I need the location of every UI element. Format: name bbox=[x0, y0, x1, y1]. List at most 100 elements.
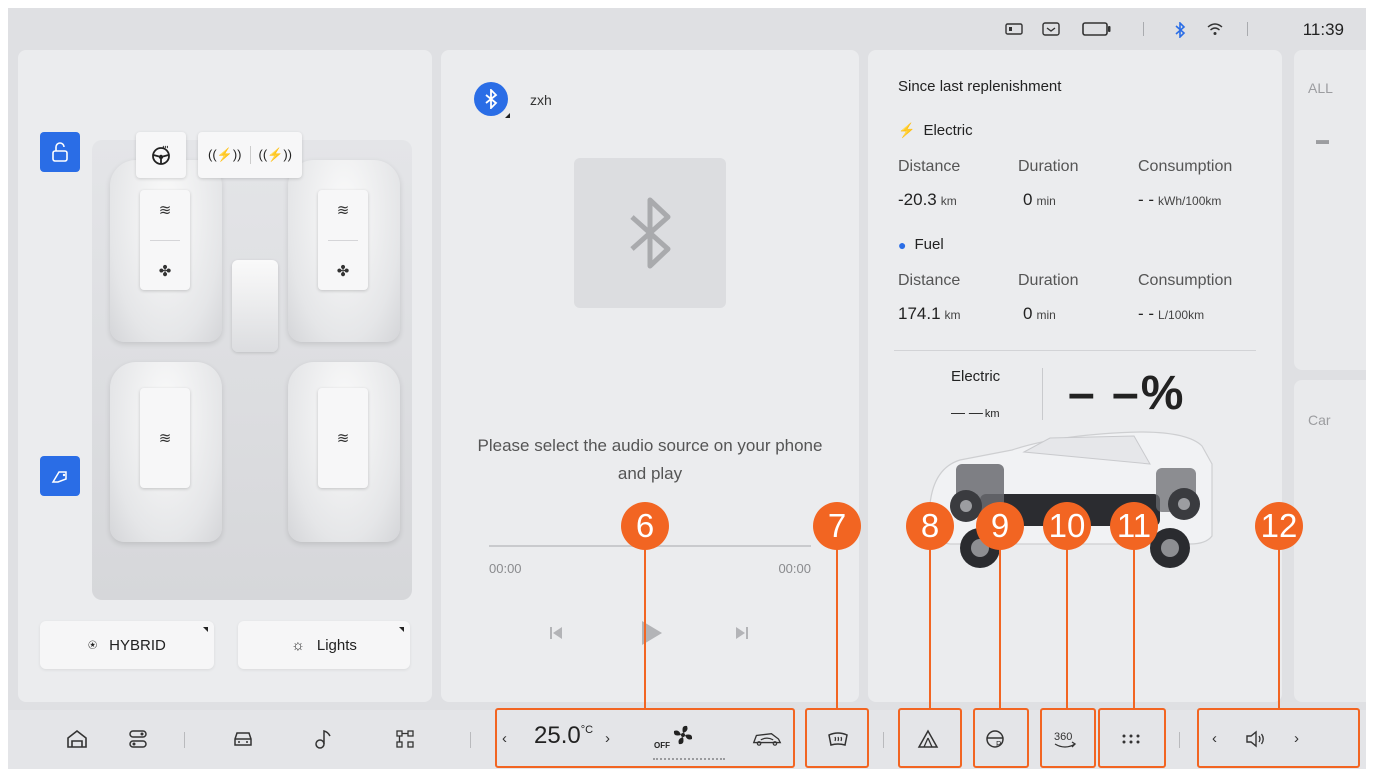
side-card-bottom[interactable]: Car bbox=[1294, 380, 1366, 702]
steering-wheel-heat-icon bbox=[152, 145, 170, 165]
device-name: zxh bbox=[530, 92, 552, 108]
message-icon[interactable] bbox=[1042, 22, 1060, 39]
time-elapsed: 00:00 bbox=[489, 561, 522, 576]
bluetooth-icon bbox=[485, 89, 498, 109]
annotation-box-12 bbox=[1197, 708, 1360, 768]
side-card-top[interactable]: ALL ▬ bbox=[1294, 50, 1366, 370]
annotation-marker-12: 12 bbox=[1255, 502, 1303, 550]
annotation-marker-9: 9 bbox=[976, 502, 1024, 550]
seat-control-pad: ≋ bbox=[318, 388, 368, 488]
electric-range: — — km bbox=[951, 404, 1000, 420]
steering-wheel-heat-button[interactable] bbox=[136, 132, 186, 178]
dropdown-corner-icon bbox=[203, 627, 208, 632]
battery-icon bbox=[1082, 22, 1112, 39]
car-chassis-illustration bbox=[929, 431, 1213, 568]
chip-divider bbox=[249, 146, 251, 164]
seat-heat-icon[interactable]: ≋ bbox=[159, 201, 172, 219]
dock-divider bbox=[1179, 732, 1180, 748]
dock-divider bbox=[883, 732, 884, 748]
dock-divider bbox=[184, 732, 185, 748]
play-icon[interactable] bbox=[637, 619, 665, 652]
hybrid-mode-button[interactable]: ⍟ HYBRID bbox=[40, 621, 214, 669]
fuel-distance-label: Distance bbox=[898, 272, 961, 289]
annotation-line-12 bbox=[1278, 546, 1280, 708]
seat-rear-right[interactable]: ≋ bbox=[288, 362, 400, 542]
seat-control-panel: ≋ ✤ ≋ ✤ ≋ ≋ ((⚡)) ((⚡)) ⍟ HYBRID ☼ Light… bbox=[18, 50, 432, 702]
music-icon[interactable] bbox=[308, 724, 338, 754]
audio-source-hint: Please select the audio source on your p… bbox=[477, 436, 823, 483]
bluetooth-icon bbox=[630, 197, 671, 269]
rear-right-massage-icon[interactable]: ((⚡)) bbox=[259, 147, 293, 163]
home-icon[interactable] bbox=[62, 724, 92, 754]
annotation-box-8 bbox=[898, 708, 962, 768]
media-panel: zxh Please select the audio source on yo… bbox=[441, 50, 859, 702]
side-card-label: ALL bbox=[1308, 80, 1333, 96]
dashcam-icon[interactable] bbox=[1005, 22, 1023, 39]
wifi-icon[interactable] bbox=[1207, 22, 1223, 39]
bluetooth-source-button[interactable] bbox=[474, 82, 510, 118]
electric-duration-label: Duration bbox=[1018, 158, 1079, 175]
clock: 11:39 bbox=[1302, 20, 1344, 39]
fuel-duration: 0 min bbox=[1023, 304, 1056, 323]
dock-divider bbox=[470, 732, 471, 748]
unlock-button[interactable] bbox=[40, 132, 80, 172]
electric-section-header: ⚡ Electric bbox=[898, 122, 973, 139]
fuel-label: Fuel bbox=[914, 236, 944, 253]
fuel-consumption: - - L/100km bbox=[1138, 304, 1205, 323]
seat-rear-left[interactable]: ≋ bbox=[110, 362, 222, 542]
trip-title: Since last replenishment bbox=[898, 78, 1062, 95]
seat-control-pad: ≋ bbox=[140, 388, 190, 488]
center-console bbox=[232, 260, 278, 352]
apps-icon[interactable] bbox=[390, 724, 420, 754]
annotation-line-10 bbox=[1066, 546, 1068, 708]
rear-massage-group: ((⚡)) ((⚡)) bbox=[198, 132, 302, 178]
rear-left-massage-icon[interactable]: ((⚡)) bbox=[208, 147, 242, 163]
dropdown-corner-icon bbox=[399, 627, 404, 632]
bluetooth-icon[interactable] bbox=[1174, 21, 1186, 41]
seat-ventilation-icon[interactable]: ✤ bbox=[337, 262, 350, 280]
annotation-line-11 bbox=[1133, 546, 1135, 708]
car-icon[interactable] bbox=[228, 724, 258, 754]
annotation-box-9 bbox=[973, 708, 1029, 768]
section-divider bbox=[894, 350, 1256, 351]
hybrid-label: HYBRID bbox=[109, 636, 166, 654]
pad-divider bbox=[150, 239, 180, 241]
light-bulb-icon: ☼ bbox=[291, 636, 305, 654]
annotation-box-10 bbox=[1040, 708, 1096, 768]
side-card-label: Car bbox=[1308, 412, 1331, 428]
seat-front-right[interactable]: ≋ ✤ bbox=[288, 160, 400, 342]
annotation-line-6 bbox=[644, 546, 646, 708]
seat-control-pad: ≋ ✤ bbox=[318, 190, 368, 290]
seat-heat-icon[interactable]: ≋ bbox=[337, 429, 350, 447]
annotation-box-7 bbox=[805, 708, 869, 768]
annotation-box-6 bbox=[495, 708, 795, 768]
status-bar: 11:39 bbox=[8, 8, 1366, 48]
toggles-icon[interactable] bbox=[123, 724, 153, 754]
seat-ventilation-icon[interactable]: ✤ bbox=[159, 262, 172, 280]
fuel-section-header: ● Fuel bbox=[898, 236, 944, 253]
fuel-door-button[interactable] bbox=[40, 456, 80, 496]
seat-heat-icon[interactable]: ≋ bbox=[337, 201, 350, 219]
previous-track-icon[interactable] bbox=[548, 625, 564, 646]
annotation-marker-7: 7 bbox=[813, 502, 861, 550]
lights-label: Lights bbox=[316, 636, 357, 654]
battery-percent: – –% bbox=[1068, 367, 1186, 420]
seat-control-pad: ≋ ✤ bbox=[140, 190, 190, 290]
time-total: 00:00 bbox=[778, 561, 811, 576]
pad-divider bbox=[328, 239, 358, 241]
annotation-line-8 bbox=[929, 546, 931, 708]
album-art bbox=[574, 158, 726, 308]
unlock-icon bbox=[52, 142, 68, 162]
annotation-marker-6: 6 bbox=[621, 502, 669, 550]
lightning-icon: ⚡ bbox=[898, 122, 916, 138]
status-divider bbox=[1247, 22, 1248, 36]
next-track-icon[interactable] bbox=[734, 625, 750, 646]
annotation-marker-11: 11 bbox=[1110, 502, 1158, 550]
status-divider bbox=[1143, 22, 1144, 36]
seat-heat-icon[interactable]: ≋ bbox=[159, 429, 172, 447]
seat-front-left[interactable]: ≋ ✤ bbox=[110, 160, 222, 342]
lights-button[interactable]: ☼ Lights bbox=[238, 621, 410, 669]
electric-duration: 0 min bbox=[1023, 190, 1056, 209]
annotation-line-9 bbox=[999, 546, 1001, 708]
electric-consumption: - - kWh/100km bbox=[1138, 190, 1222, 209]
